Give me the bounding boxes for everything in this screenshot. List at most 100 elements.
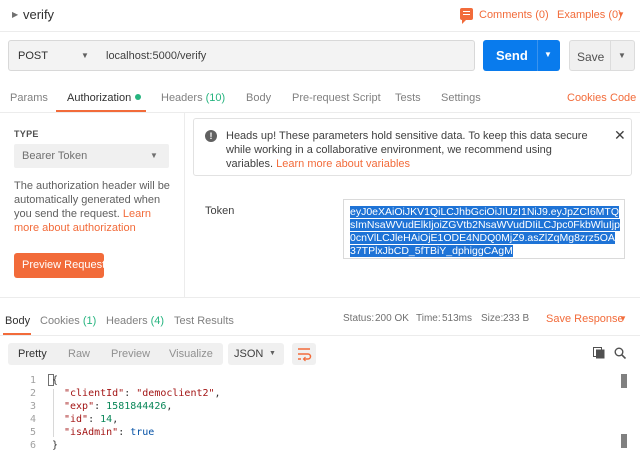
request-title-bar: ▶ verify Comments (0) Examples (0) ▼ xyxy=(0,0,640,32)
cookies-count: (1) xyxy=(82,315,97,327)
method-label: POST xyxy=(18,50,48,62)
divider xyxy=(0,335,640,336)
url-input[interactable]: localhost:5000/verify xyxy=(97,40,475,71)
code-line: "id": 14, xyxy=(64,414,119,425)
json-key: "isAdmin" xyxy=(64,427,119,438)
json-key: "clientId" xyxy=(64,388,125,399)
cookies-link[interactable]: Cookies xyxy=(567,92,607,104)
line-number: 5 xyxy=(29,427,36,438)
view-raw-button[interactable]: Raw xyxy=(68,348,90,360)
search-icon[interactable] xyxy=(614,347,626,359)
response-tab-headers[interactable]: Headers (4) xyxy=(106,315,164,327)
token-selected-text: eyJ0eXAiOiJKV1QiLCJhbGciOiJIUzI1NiJ9.eyJ… xyxy=(350,206,620,257)
comment-icon[interactable] xyxy=(460,8,473,24)
code-line: } xyxy=(52,440,59,451)
scrollbar-thumb[interactable] xyxy=(621,374,627,388)
line-number: 6 xyxy=(29,440,36,451)
auth-type-label: TYPE xyxy=(14,129,39,139)
token-input[interactable]: eyJ0eXAiOiJKV1QiLCJhbGciOiJIUzI1NiJ9.eyJ… xyxy=(343,199,625,259)
sensitive-data-warning: ! Heads up! These parameters hold sensit… xyxy=(193,118,632,176)
auth-type-select[interactable]: Bearer Token ▼ xyxy=(14,144,169,168)
view-visualize-button[interactable]: Visualize xyxy=(169,348,213,360)
wrap-lines-button[interactable] xyxy=(292,343,316,365)
expand-caret-icon[interactable]: ▶ xyxy=(12,10,18,19)
line-number: 4 xyxy=(29,414,36,425)
send-label: Send xyxy=(496,48,528,63)
token-label: Token xyxy=(205,205,235,217)
status-value: 200 OK xyxy=(375,313,409,324)
time-value: 513ms xyxy=(442,313,473,324)
code-line: "clientId": "democlient2", xyxy=(64,388,221,399)
chevron-down-icon[interactable]: ▼ xyxy=(619,314,627,323)
divider xyxy=(537,40,538,71)
format-select[interactable]: JSON ▼ xyxy=(228,343,284,365)
tab-prerequest-script[interactable]: Pre-request Script xyxy=(292,92,381,104)
line-number: 2 xyxy=(29,388,36,399)
view-pretty-button[interactable]: Pretty xyxy=(18,348,47,360)
response-tab-cookies[interactable]: Cookies (1) xyxy=(40,315,96,327)
code-line: { xyxy=(52,375,59,386)
save-label: Save xyxy=(577,50,605,64)
chevron-down-icon[interactable]: ▼ xyxy=(617,10,625,19)
tab-body[interactable]: Body xyxy=(246,92,271,104)
tab-headers[interactable]: Headers (10) xyxy=(161,92,225,104)
divider xyxy=(184,113,185,297)
view-preview-button[interactable]: Preview xyxy=(111,348,150,360)
tab-authorization[interactable]: Authorization xyxy=(67,92,142,104)
method-select[interactable]: POST ▼ xyxy=(8,40,98,71)
token-value: eyJ0eXAiOiJKV1QiLCJhbGciOiJIUzI1NiJ9.eyJ… xyxy=(350,206,620,258)
auth-description: The authorization header will be automat… xyxy=(14,179,174,235)
learn-more-variables-link[interactable]: Learn more about variables xyxy=(276,158,410,170)
wrap-lines-icon xyxy=(298,348,312,362)
line-number: 1 xyxy=(29,375,36,386)
chevron-down-icon[interactable]: ▼ xyxy=(544,50,552,59)
json-key: "exp" xyxy=(64,401,95,412)
json-value: 1581844426 xyxy=(106,401,167,412)
tab-params[interactable]: Params xyxy=(10,92,48,104)
response-tab-cookies-label: Cookies xyxy=(40,315,80,327)
json-value: 14 xyxy=(100,414,113,425)
scrollbar-thumb[interactable] xyxy=(621,434,627,448)
chevron-down-icon: ▼ xyxy=(269,350,276,357)
json-key: "id" xyxy=(64,414,89,425)
divider xyxy=(610,41,611,70)
time-label: Time: xyxy=(416,313,441,324)
tab-settings[interactable]: Settings xyxy=(441,92,481,104)
chevron-down-icon: ▼ xyxy=(81,51,89,60)
response-tab-test-results[interactable]: Test Results xyxy=(174,315,234,327)
send-button[interactable]: Send ▼ xyxy=(483,40,560,71)
request-name[interactable]: verify xyxy=(23,7,54,22)
warning-text: Heads up! These parameters hold sensitiv… xyxy=(226,129,596,171)
close-icon[interactable]: ✕ xyxy=(614,127,626,144)
chevron-down-icon[interactable]: ▼ xyxy=(618,51,626,60)
url-text: localhost:5000/verify xyxy=(106,50,207,62)
size-value: 233 B xyxy=(503,313,530,324)
tab-headers-label: Headers xyxy=(161,92,203,104)
json-value: true xyxy=(130,427,155,438)
response-tab-headers-label: Headers xyxy=(106,315,148,327)
status-dot xyxy=(135,94,142,100)
view-mode-group: Pretty Raw Preview Visualize xyxy=(8,343,223,365)
comments-link[interactable]: Comments (0) xyxy=(479,9,549,21)
save-button[interactable]: Save ▼ xyxy=(569,40,635,71)
status-label: Status: xyxy=(343,313,375,324)
auth-type-value: Bearer Token xyxy=(22,150,88,162)
json-value: "democlient2" xyxy=(136,388,215,399)
line-number: 3 xyxy=(29,401,36,412)
code-link[interactable]: Code xyxy=(610,92,636,104)
copy-icon[interactable] xyxy=(593,347,605,359)
response-headers-count: (4) xyxy=(150,315,165,327)
preview-request-label: Preview Request xyxy=(22,259,106,271)
examples-link[interactable]: Examples (0) xyxy=(557,9,622,21)
preview-request-button[interactable]: Preview Request xyxy=(14,253,106,278)
chevron-down-icon: ▼ xyxy=(150,151,158,160)
tab-tests[interactable]: Tests xyxy=(395,92,421,104)
save-response-button[interactable]: Save Response xyxy=(546,313,624,325)
response-body-code[interactable]: 1 2 3 4 5 6 { "clientId": "democlient2",… xyxy=(0,372,640,465)
tab-authorization-label: Authorization xyxy=(67,92,132,104)
size-label: Size: xyxy=(481,313,504,324)
code-line: "isAdmin": true xyxy=(64,427,155,438)
code-line: "exp": 1581844426, xyxy=(64,401,173,412)
response-tab-body[interactable]: Body xyxy=(5,315,30,327)
headers-count: (10) xyxy=(205,92,226,104)
